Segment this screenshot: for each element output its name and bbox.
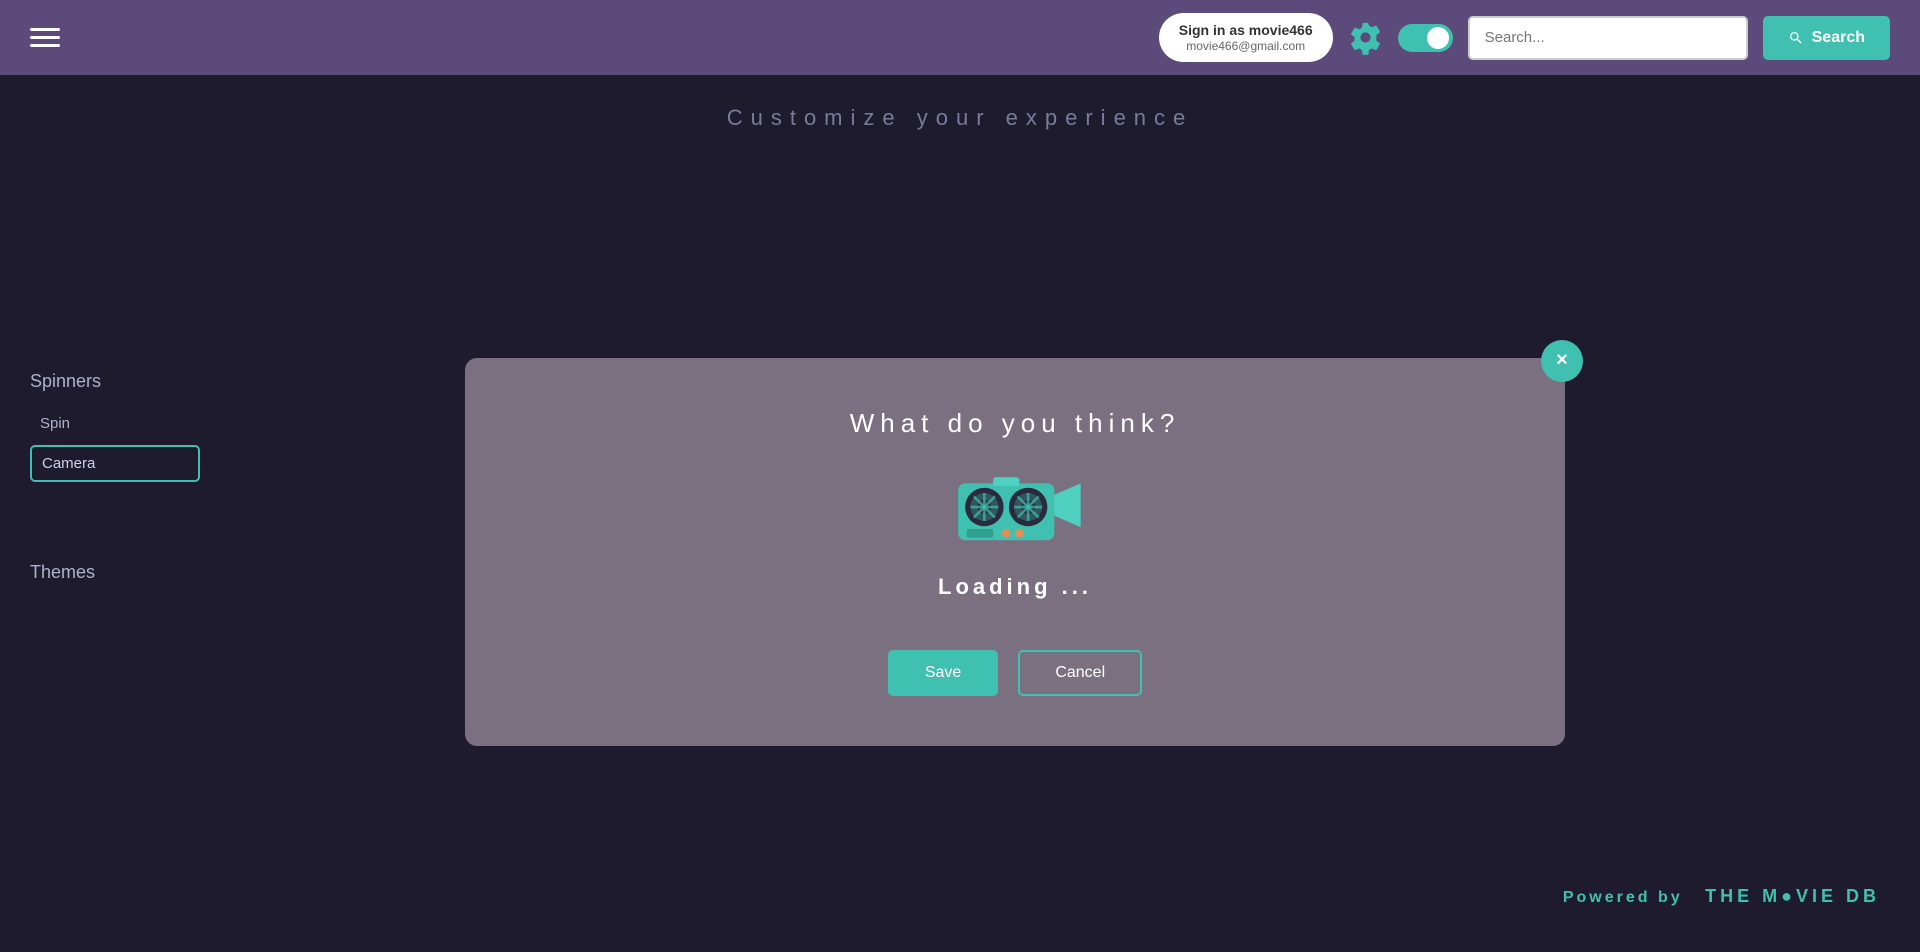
- modal-container: × What do you think?: [140, 171, 1890, 932]
- search-icon: [1788, 30, 1804, 46]
- save-button[interactable]: Save: [888, 650, 998, 696]
- page-title: Customize your experience: [0, 105, 1920, 131]
- search-button[interactable]: Search: [1763, 16, 1890, 60]
- tmdb-logo: THE M●VIE DB: [1705, 886, 1880, 906]
- search-button-label: Search: [1812, 29, 1865, 47]
- cancel-button[interactable]: Cancel: [1018, 650, 1142, 696]
- camera-spinner-icon: [945, 469, 1085, 559]
- powered-by-label: Powered by: [1563, 889, 1683, 906]
- footer: Powered by THE M●VIE DB: [0, 876, 1920, 916]
- modal-close-button[interactable]: ×: [1541, 340, 1583, 382]
- modal-actions: Save Cancel: [888, 650, 1142, 696]
- search-input[interactable]: [1468, 16, 1748, 60]
- hamburger-menu[interactable]: [30, 28, 60, 47]
- theme-toggle[interactable]: [1398, 24, 1453, 52]
- email-label: movie466@gmail.com: [1186, 39, 1305, 55]
- gear-icon[interactable]: [1348, 20, 1383, 55]
- header-right: Sign in as movie466 movie466@gmail.com S…: [1159, 13, 1890, 63]
- username-label: Sign in as movie466: [1179, 21, 1313, 39]
- modal-title: What do you think?: [850, 408, 1181, 439]
- close-icon: ×: [1556, 349, 1568, 372]
- page-title-bar: Customize your experience: [0, 75, 1920, 151]
- sign-in-button[interactable]: Sign in as movie466 movie466@gmail.com: [1159, 13, 1333, 63]
- header: Sign in as movie466 movie466@gmail.com S…: [0, 0, 1920, 75]
- loading-text: Loading ...: [938, 574, 1092, 600]
- modal-dialog: × What do you think?: [465, 358, 1565, 746]
- powered-by-text: Powered by THE M●VIE DB: [1563, 886, 1880, 907]
- content-area: × What do you think?: [220, 151, 1920, 952]
